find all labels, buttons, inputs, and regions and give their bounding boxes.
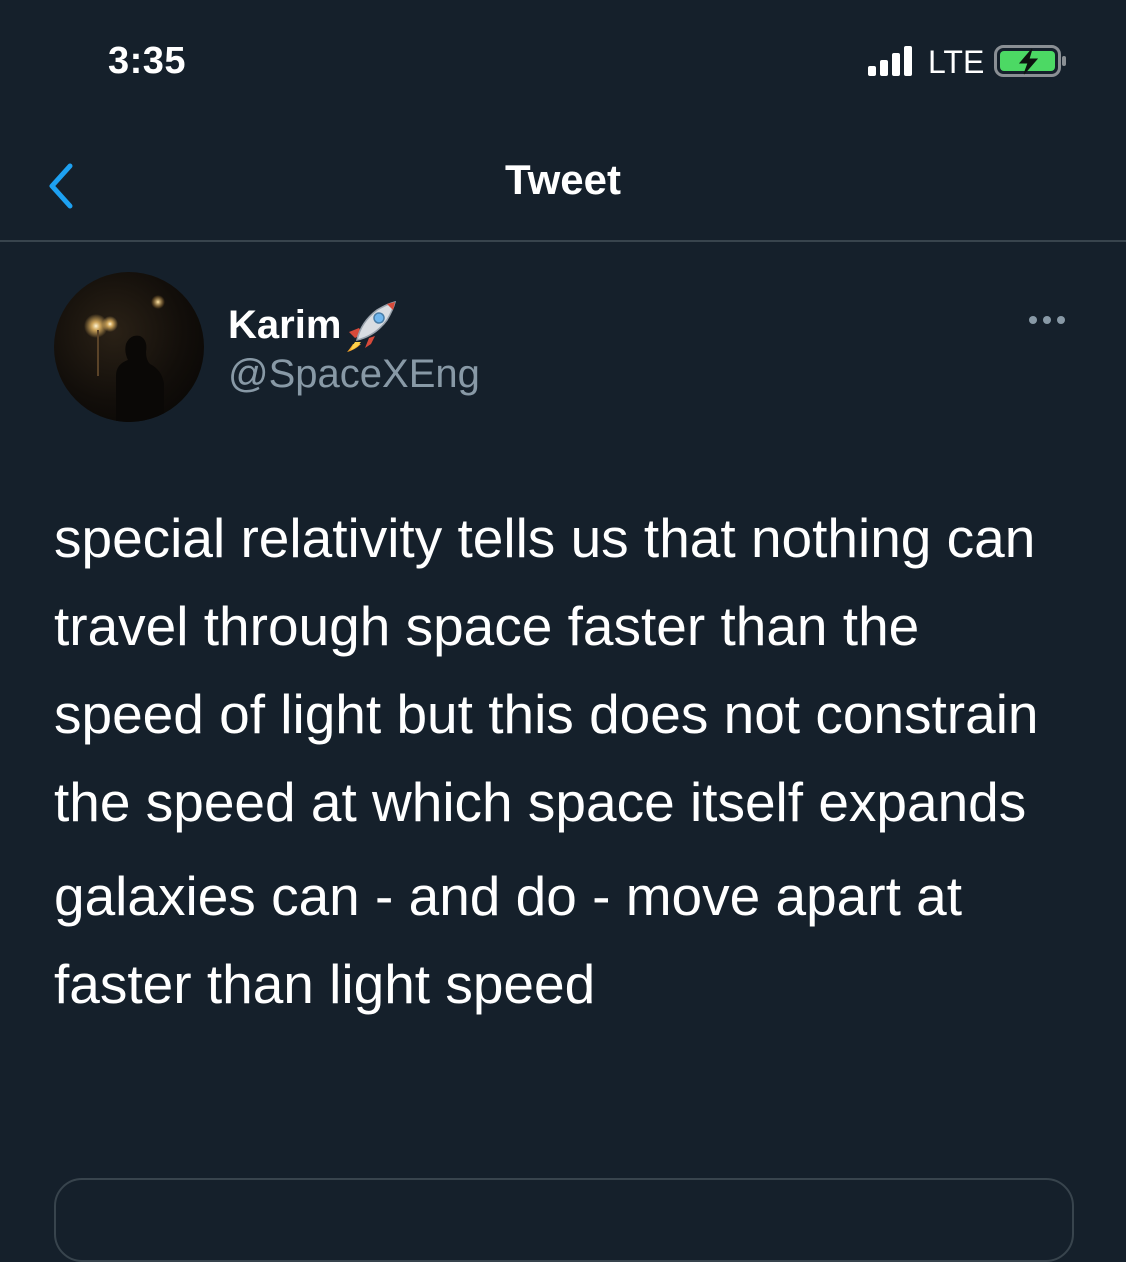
more-options-icon[interactable] (1022, 306, 1072, 334)
status-time: 3:35 (108, 40, 187, 82)
cellular-signal-icon (868, 46, 912, 76)
tweet-text: special relativity tells us that nothing… (54, 494, 1084, 1028)
status-bar: 3:35 LTE (0, 0, 1126, 120)
avatar-photo (84, 295, 165, 422)
tweet-paragraph: special relativity tells us that nothing… (54, 507, 1039, 833)
navigation-bar: Tweet (0, 120, 1126, 242)
quoted-tweet-card[interactable] (54, 1178, 1074, 1262)
author-handle[interactable]: @SpaceXEng (228, 352, 480, 397)
rocket-icon (347, 300, 397, 352)
battery-charging-icon (994, 45, 1066, 77)
network-type-label: LTE (928, 44, 985, 80)
avatar[interactable] (54, 272, 204, 422)
author-name-row[interactable]: Karim (228, 296, 399, 354)
tweet-paragraph: galaxies can - and do - move apart at fa… (54, 865, 963, 1015)
page-title: Tweet (505, 156, 621, 203)
author-display-name[interactable]: Karim (228, 303, 341, 348)
